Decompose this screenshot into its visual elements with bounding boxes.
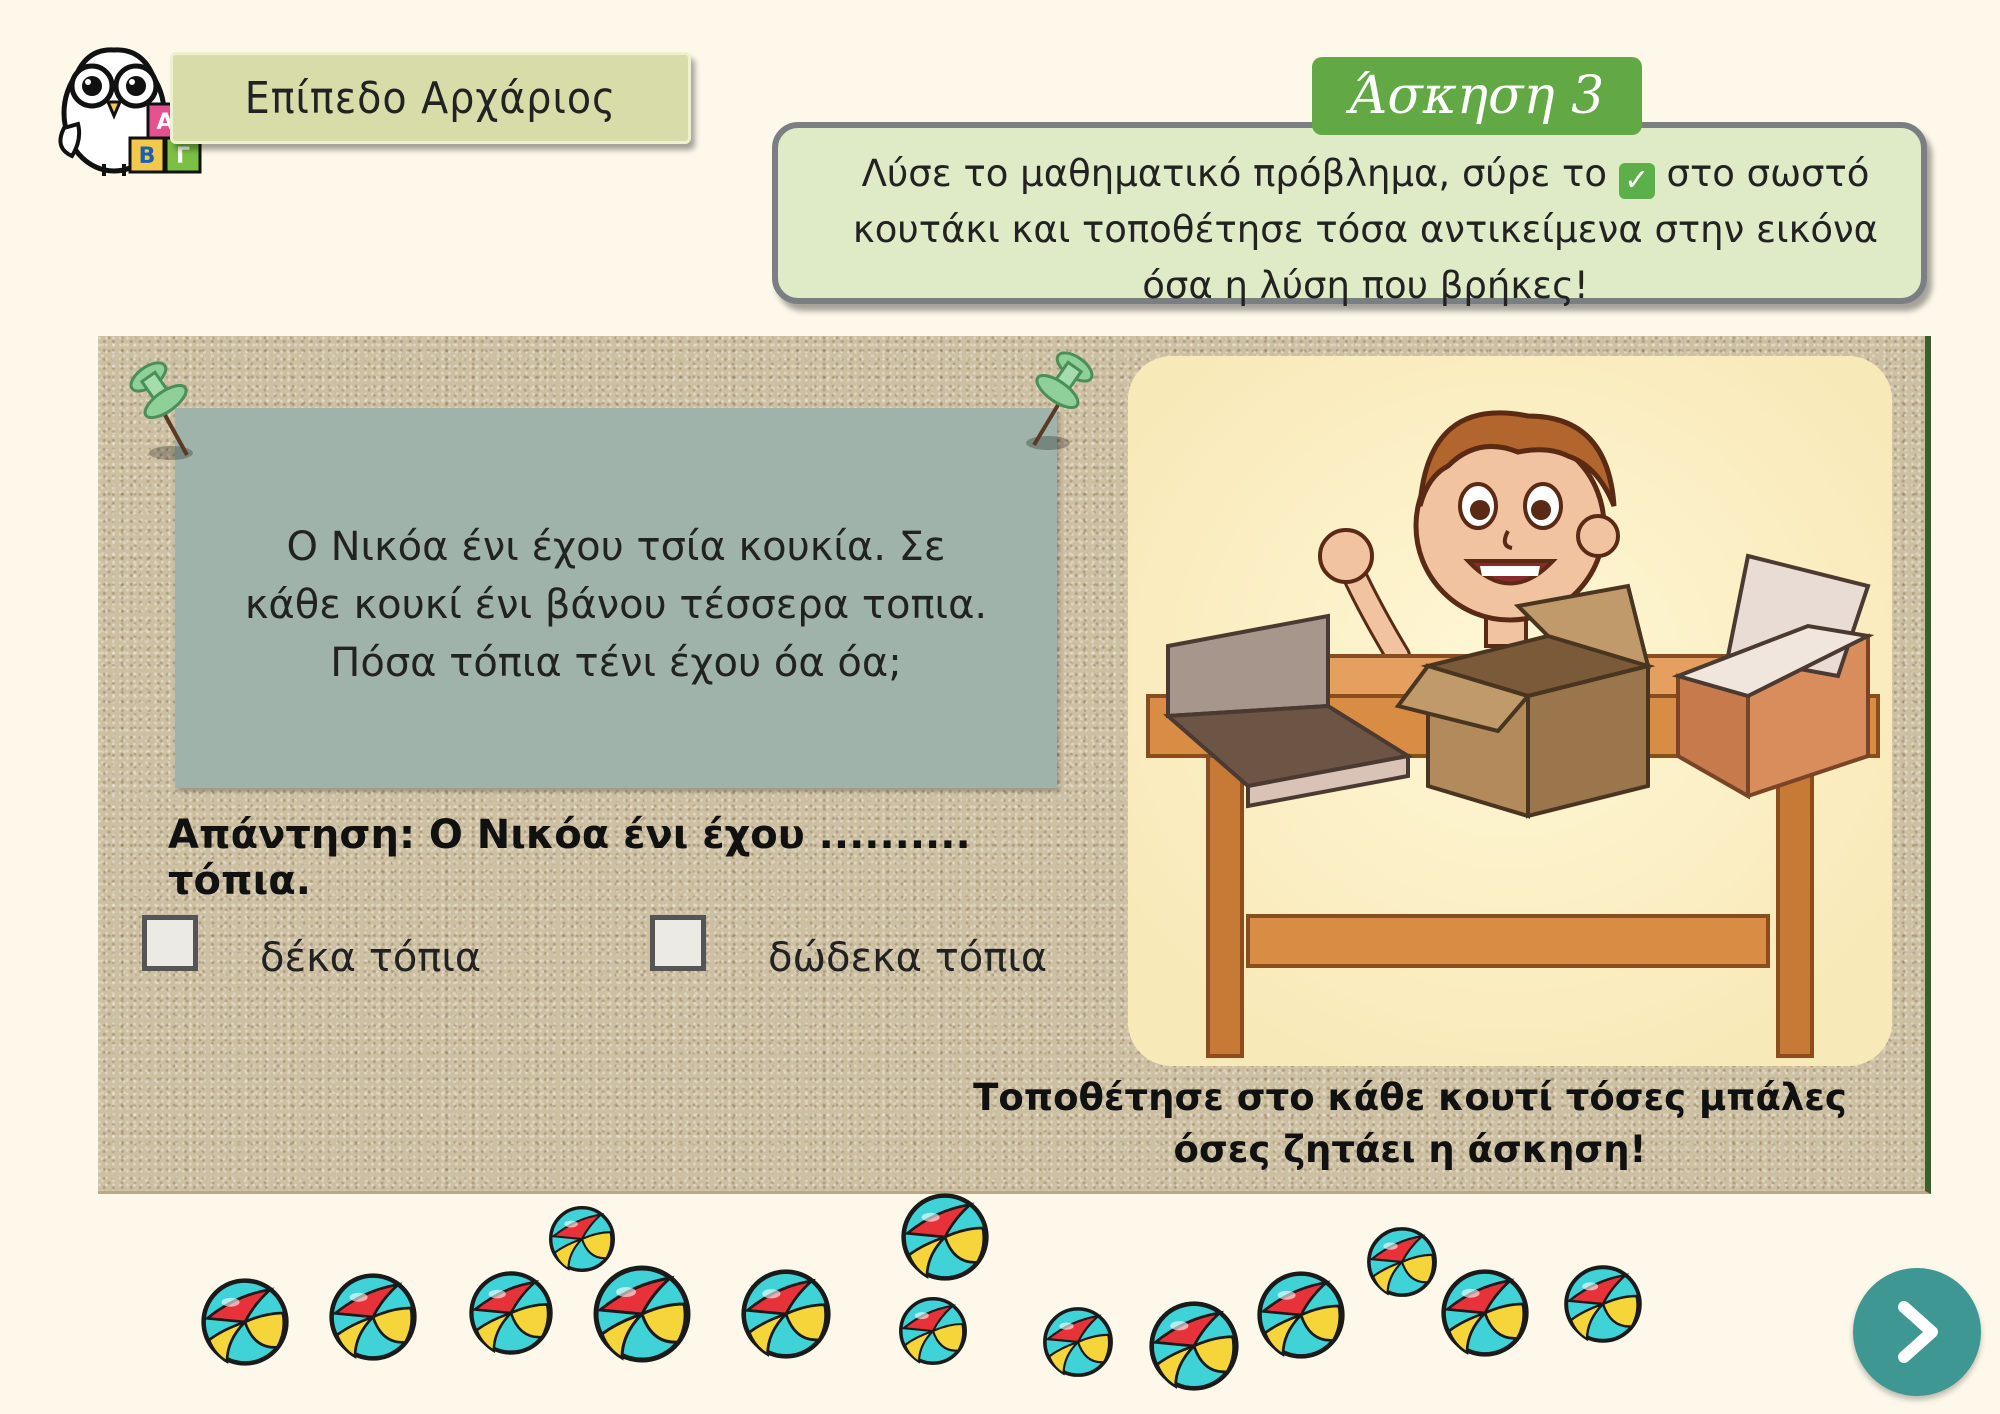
volleyball-icon[interactable] <box>1563 1264 1643 1344</box>
option-label-ten: δέκα τόπια <box>260 935 482 981</box>
volleyball-icon[interactable] <box>898 1296 968 1366</box>
volleyball-icon[interactable] <box>548 1205 616 1273</box>
chevron-right-icon <box>1898 1301 1938 1363</box>
volleyball-icon[interactable] <box>1366 1226 1438 1298</box>
pushpin-icon <box>125 355 205 465</box>
volleyball-icon[interactable] <box>592 1264 692 1364</box>
volleyball-icon[interactable] <box>468 1270 554 1356</box>
volleyball-icon[interactable] <box>900 1192 990 1282</box>
option-checkbox-twelve[interactable] <box>650 915 706 971</box>
exercise-title: Άσκηση 3 <box>1349 66 1605 126</box>
volleyball-icon[interactable] <box>1256 1270 1346 1360</box>
problem-note: Ο Νικόα ένι έχου τσία κουκία. Σε κάθε κο… <box>175 408 1057 788</box>
instruction-text-part1: Λύσε το μαθηματικό πρόβλημα, σύρε το <box>861 152 1607 195</box>
volleyball-icon[interactable] <box>1148 1300 1240 1392</box>
exercise-tag: Άσκηση 3 <box>1312 57 1642 135</box>
answer-line: Απάντηση: Ο Νικόα ένι έχου .......... τό… <box>168 812 971 904</box>
option-checkbox-ten[interactable] <box>142 915 198 971</box>
volleyball-icon[interactable] <box>1440 1268 1530 1358</box>
option-label-twelve: δώδεκα τόπια <box>768 935 1048 981</box>
pushpin-icon <box>1018 345 1098 455</box>
volleyball-icon[interactable] <box>200 1277 290 1367</box>
volleyball-icon[interactable] <box>740 1268 832 1360</box>
volleyball-icon[interactable] <box>328 1272 418 1362</box>
board-caption: Τοποθέτησε στο κάθε κουτί τόσες μπάλες ό… <box>973 1076 1847 1171</box>
next-button[interactable] <box>1853 1268 1981 1396</box>
logo-letter-b: Β <box>139 144 156 169</box>
level-banner: Επίπεδο Αρχάριος <box>170 52 691 144</box>
boy-with-boxes-illustration <box>1128 356 1892 1066</box>
volleyball-icon[interactable] <box>1042 1306 1114 1378</box>
check-mark-icon[interactable]: ✓ <box>1618 163 1655 199</box>
logo-letter-g: Γ <box>176 144 190 169</box>
instruction-box: Λύσε το μαθηματικό πρόβλημα, σύρε το ✓ σ… <box>772 122 1927 307</box>
problem-text: Ο Νικόα ένι έχου τσία κουκία. Σε κάθε κο… <box>244 524 988 686</box>
level-label: Επίπεδο Αρχάριος <box>244 72 617 124</box>
